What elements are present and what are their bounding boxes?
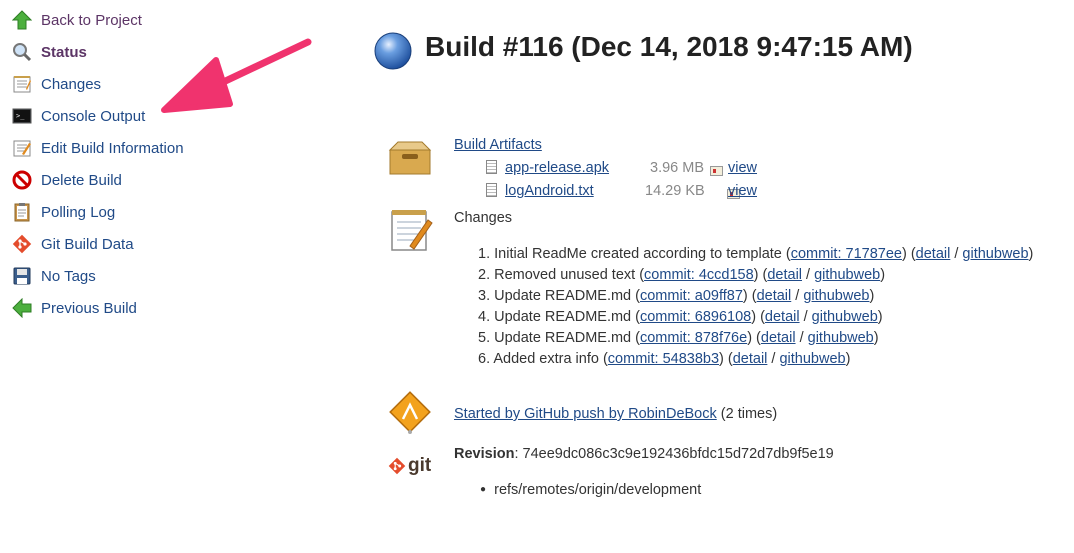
sidebar-item-back-to-project[interactable]: Back to Project [10, 8, 142, 32]
git-icon [10, 232, 34, 256]
up-arrow-icon [10, 8, 34, 32]
change-item: 3. Update README.md (commit: a09ff87) (d… [478, 288, 875, 304]
change-number: 2. [478, 267, 491, 283]
sidebar-item-no-tags[interactable]: No Tags [10, 264, 96, 288]
notepad-icon [10, 72, 34, 96]
sidebar-item-previous-build[interactable]: Previous Build [10, 296, 137, 320]
revision-label: Revision [454, 446, 515, 462]
githubweb-link[interactable]: githubweb [808, 330, 874, 346]
sidebar-item-label: Console Output [41, 107, 146, 125]
revision-hash: 74ee9dc086c3c9e192436bfdc15d72d7db9f5e19 [522, 446, 834, 462]
sidebar-item-delete-build[interactable]: Delete Build [10, 168, 122, 192]
floppy-icon [10, 264, 34, 288]
artifact-size: 14.29 KB [645, 183, 705, 199]
change-item: 6. Added extra info (commit: 54838b3) (d… [478, 351, 851, 367]
change-item: 1. Initial ReadMe created according to t… [478, 246, 1034, 262]
git-logo: git [388, 455, 431, 477]
change-item: 4. Update README.md (commit: 6896108) (d… [478, 309, 883, 325]
clipboard-icon [10, 200, 34, 224]
change-number: 6. [478, 351, 491, 367]
artifact-size: 3.96 MB [650, 160, 704, 176]
detail-link[interactable]: detail [733, 351, 768, 367]
cause-count: (2 times) [720, 406, 778, 422]
githubweb-link[interactable]: githubweb [779, 351, 845, 367]
no-entry-icon [10, 168, 34, 192]
commit-link[interactable]: commit: 54838b3 [608, 351, 719, 367]
build-cause: Started by GitHub push by RobinDeBock (2… [454, 406, 777, 422]
git-logo-text: git [408, 455, 432, 476]
change-number: 3. [478, 288, 491, 304]
change-message: Update README.md [494, 288, 632, 304]
change-number: 1. [478, 246, 491, 262]
sidebar-item-label: Edit Build Information [41, 139, 184, 157]
artifact-file-link[interactable]: app-release.apk [505, 160, 609, 176]
commit-link[interactable]: commit: 4ccd158 [644, 267, 754, 283]
revision-line: Revision: 74ee9dc086c3c9e192436bfdc15d72… [454, 446, 834, 462]
build-status-ball-icon [374, 32, 412, 70]
git-icon [388, 457, 406, 475]
change-item: 2. Removed unused text (commit: 4ccd158)… [478, 267, 886, 283]
fingerprint-icon [710, 166, 723, 176]
change-message: Removed unused text [494, 267, 636, 283]
githubweb-link[interactable]: githubweb [812, 309, 878, 325]
sidebar-item-polling-log[interactable]: Polling Log [10, 200, 115, 224]
terminal-icon: >_ [10, 104, 34, 128]
file-icon [486, 160, 497, 174]
githubweb-link[interactable]: githubweb [814, 267, 880, 283]
change-number: 4. [478, 309, 491, 325]
sidebar-item-edit-build-information[interactable]: Edit Build Information [10, 136, 184, 160]
sidebar-item-console-output[interactable]: >_ Console Output [10, 104, 145, 128]
githubweb-link[interactable]: githubweb [962, 246, 1028, 262]
magnifier-icon [10, 40, 34, 64]
sidebar-item-label: Status [41, 43, 87, 61]
sidebar-item-label: No Tags [41, 267, 96, 285]
detail-link[interactable]: detail [757, 288, 792, 304]
change-message: Added extra info [493, 351, 599, 367]
detail-link[interactable]: detail [761, 330, 796, 346]
commit-link[interactable]: commit: 6896108 [640, 309, 751, 325]
detail-link[interactable]: detail [916, 246, 951, 262]
commit-link[interactable]: commit: a09ff87 [640, 288, 743, 304]
artifact-row: app-release.apk [486, 160, 609, 176]
sidebar-item-git-build-data[interactable]: Git Build Data [10, 232, 134, 256]
artifact-view-link[interactable]: view [728, 183, 757, 199]
change-item: 5. Update README.md (commit: 878f76e) (d… [478, 330, 879, 346]
sidebar-item-label: Previous Build [41, 299, 137, 317]
build-artifacts-link[interactable]: Build Artifacts [454, 137, 542, 153]
sidebar-item-changes[interactable]: Changes [10, 72, 101, 96]
left-arrow-icon [10, 296, 34, 320]
artifact-file-link[interactable]: logAndroid.txt [505, 183, 594, 199]
commit-link[interactable]: commit: 71787ee [791, 246, 902, 262]
commit-link[interactable]: commit: 878f76e [640, 330, 747, 346]
detail-link[interactable]: detail [767, 267, 802, 283]
edit-notepad-icon [10, 136, 34, 160]
sidebar-item-label: Changes [41, 75, 102, 93]
change-message: Update README.md [494, 330, 632, 346]
change-number: 5. [478, 330, 491, 346]
annotation-arrow [161, 38, 312, 113]
sidebar-item-label: Back to Project [41, 11, 142, 29]
sidebar-item-label: Polling Log [41, 203, 116, 221]
githubweb-link[interactable]: githubweb [803, 288, 869, 304]
package-icon [388, 141, 432, 175]
branch-name: refs/remotes/origin/development [494, 482, 702, 498]
detail-link[interactable]: detail [765, 309, 800, 325]
sidebar-item-status[interactable]: Status [10, 40, 87, 64]
file-icon [486, 183, 497, 197]
svg-text:>_: >_ [16, 112, 25, 120]
sidebar-item-label: Git Build Data [41, 235, 134, 253]
github-push-trigger-icon [389, 391, 431, 434]
changes-heading: Changes [454, 210, 513, 226]
change-message: Update README.md [494, 309, 632, 325]
artifact-view-link[interactable]: view [728, 160, 757, 176]
notepad-icon [391, 210, 433, 251]
change-message: Initial ReadMe created according to temp… [494, 246, 782, 262]
sidebar-item-label: Delete Build [41, 171, 122, 189]
cause-link[interactable]: Started by GitHub push by RobinDeBock [454, 406, 717, 422]
page-title: Build #116 (Dec 14, 2018 9:47:15 AM) [425, 31, 913, 62]
artifact-row: logAndroid.txt [486, 183, 594, 199]
branch-item: ● refs/remotes/origin/development [480, 482, 702, 498]
